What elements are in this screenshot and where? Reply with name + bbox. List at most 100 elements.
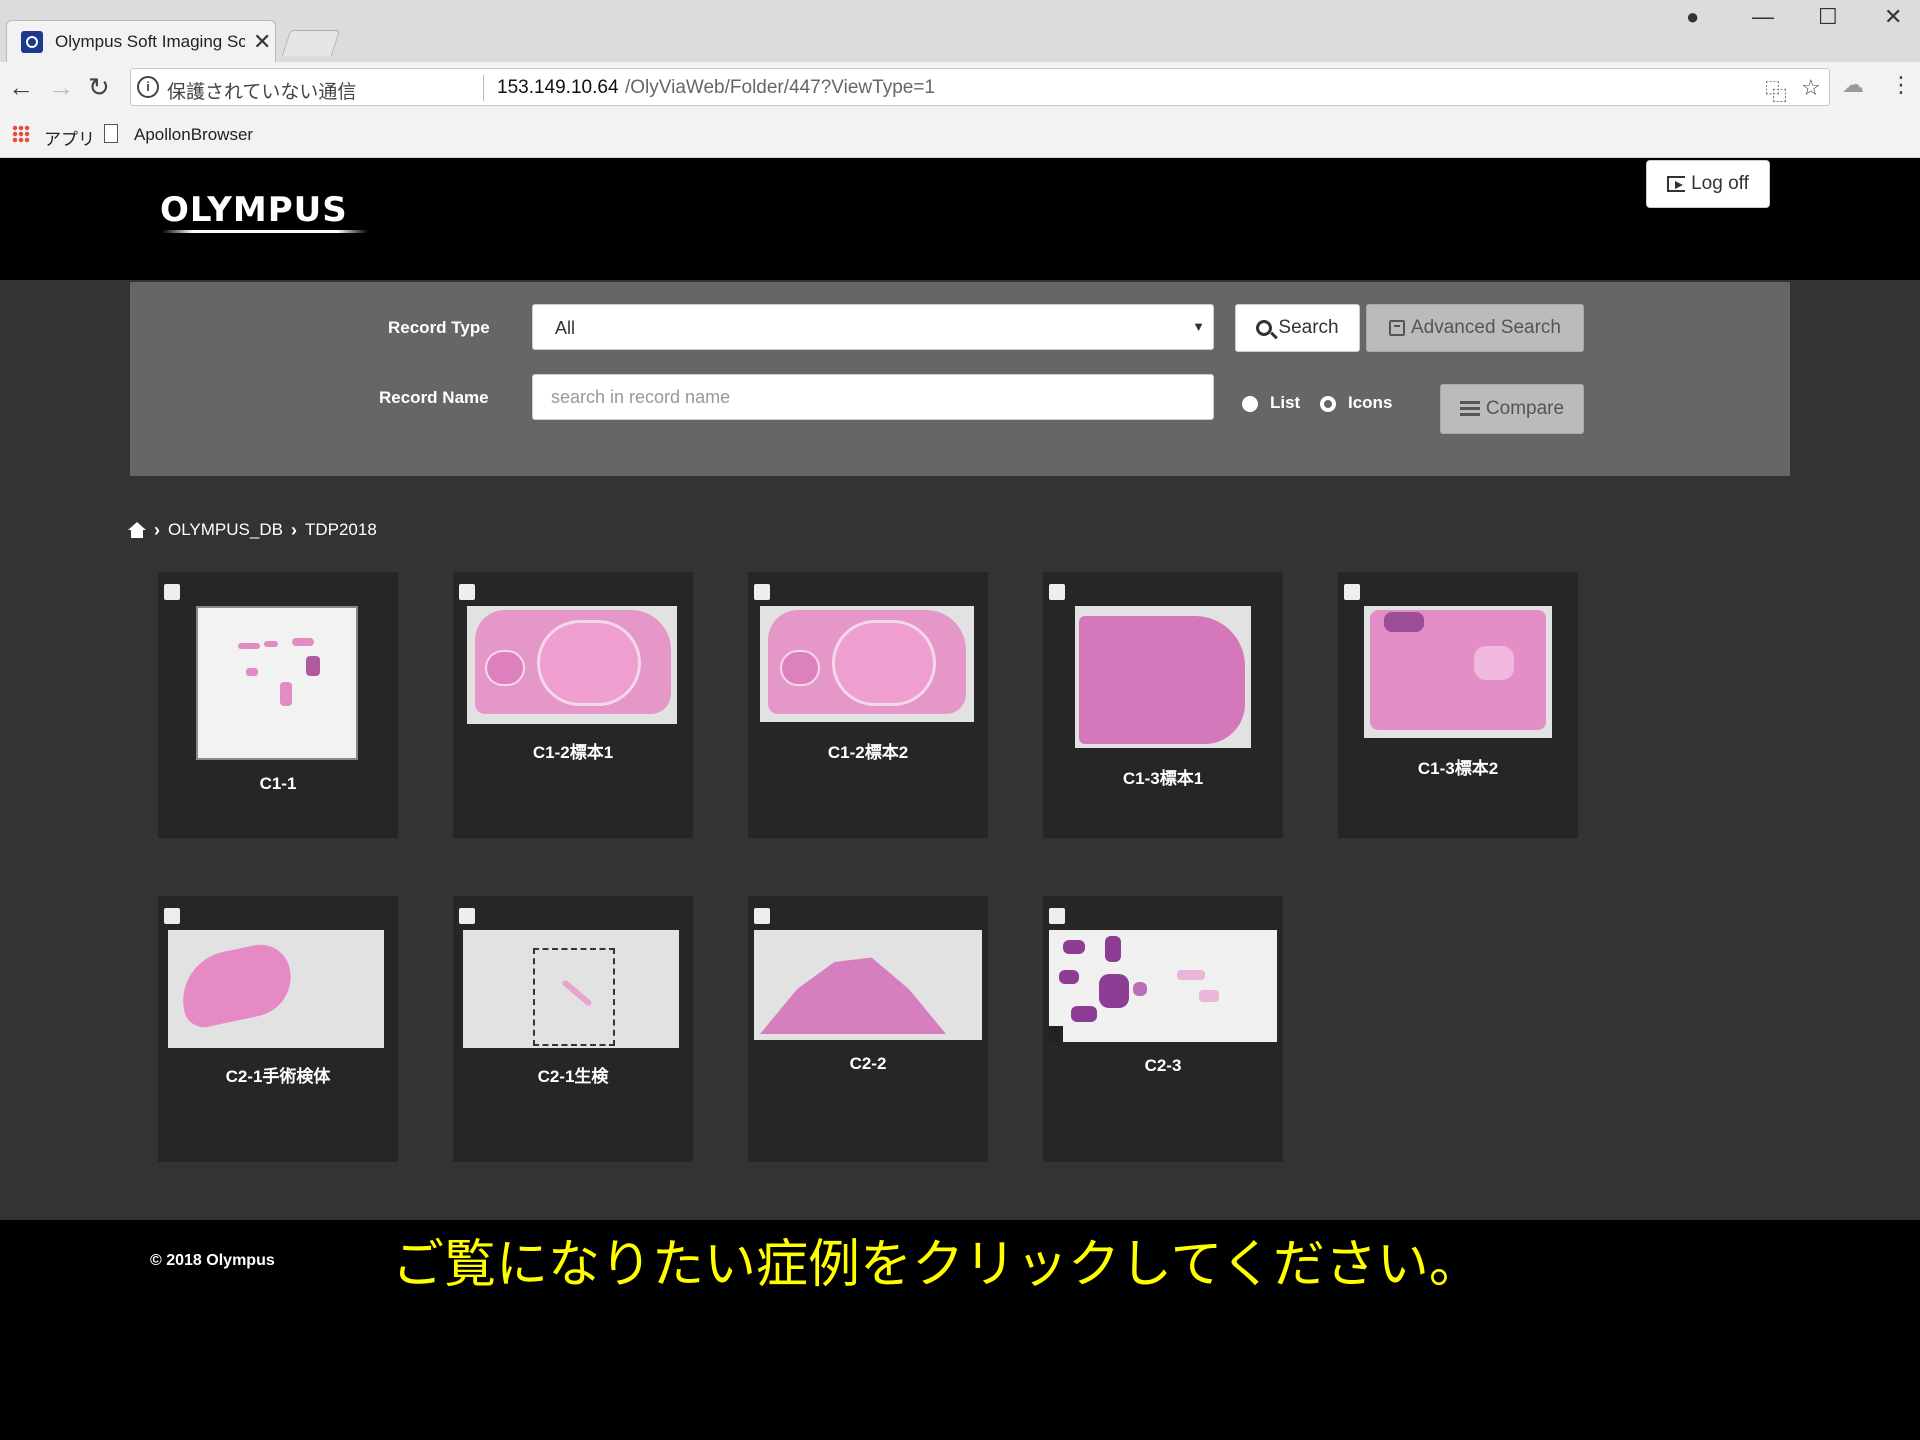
new-tab-button[interactable] (281, 30, 341, 56)
record-card[interactable]: C2-1手術検体 (158, 896, 398, 1162)
olympus-favicon-icon (21, 31, 43, 53)
record-name[interactable]: C1-2標本2 (748, 738, 988, 763)
back-icon[interactable]: ← (8, 72, 34, 103)
olympus-logo[interactable]: OLYMPUS (160, 190, 348, 230)
account-icon[interactable]: ● (1686, 4, 1699, 30)
chevron-right-icon: › (154, 519, 160, 540)
main-content: Record Type All ▼ Search Advanced Search… (0, 280, 1920, 1220)
record-checkbox[interactable] (164, 908, 180, 924)
record-checkbox[interactable] (459, 908, 475, 924)
tab-title: Olympus Soft Imaging Sc (55, 32, 245, 51)
search-button-label: Search (1278, 317, 1339, 338)
compare-list-icon (1459, 401, 1480, 417)
address-divider (483, 75, 484, 101)
search-panel: Record Type All ▼ Search Advanced Search… (130, 282, 1790, 476)
record-checkbox[interactable] (754, 908, 770, 924)
bookmark-apollonbrowser[interactable]: ApollonBrowser (134, 125, 253, 145)
record-checkbox[interactable] (164, 584, 180, 600)
record-card[interactable]: C1-1 (158, 572, 398, 838)
advanced-search-icon (1389, 320, 1405, 336)
menu-dots-icon[interactable]: ⋮ (1890, 72, 1912, 98)
search-button[interactable]: Search (1235, 304, 1360, 352)
slide-thumbnail[interactable] (463, 930, 679, 1048)
view-icons-label: Icons (1348, 393, 1393, 412)
logoff-icon (1667, 176, 1686, 192)
bookmark-star-icon[interactable]: ☆ (1801, 75, 1821, 101)
address-host: 153.149.10.64 (497, 77, 619, 98)
record-checkbox[interactable] (459, 584, 475, 600)
slide-thumbnail[interactable] (760, 606, 974, 722)
record-checkbox[interactable] (1049, 584, 1065, 600)
record-type-select[interactable]: All ▼ (532, 304, 1214, 350)
record-name[interactable]: C1-3標本2 (1338, 754, 1578, 779)
home-icon[interactable] (128, 522, 146, 538)
advanced-search-button[interactable]: Advanced Search (1366, 304, 1584, 352)
view-icons-radio[interactable] (1320, 396, 1336, 412)
slide-thumbnail[interactable] (1364, 606, 1552, 738)
maximize-icon[interactable]: ☐ (1818, 4, 1838, 30)
page-icon (104, 124, 118, 143)
record-name[interactable]: C1-2標本1 (453, 738, 693, 763)
record-name-label: Record Name (379, 388, 489, 407)
web-page: OLYMPUS Log off Record Type All ▼ Search (0, 158, 1920, 1440)
chevron-down-icon: ▼ (1192, 319, 1205, 334)
reload-icon[interactable]: ↻ (88, 72, 110, 103)
site-footer: © 2018 Olympus ご覧になりたい症例をクリックしてください。 (0, 1220, 1920, 1440)
address-bar[interactable]: i 保護されていない通信 153.149.10.64 /OlyViaWeb/Fo… (130, 68, 1830, 106)
compare-label: Compare (1485, 398, 1565, 419)
chevron-right-icon: › (290, 519, 297, 540)
logo-underline (162, 230, 368, 233)
record-type-value: All (555, 318, 576, 338)
insecure-label: 保護されていない通信 (167, 82, 357, 103)
record-name[interactable]: C1-3標本1 (1043, 764, 1283, 789)
record-card[interactable]: C1-3標本2 (1338, 572, 1578, 838)
compare-button[interactable]: Compare (1440, 384, 1584, 434)
record-card[interactable]: C2-2 (748, 896, 988, 1162)
record-card[interactable]: C1-3標本1 (1043, 572, 1283, 838)
record-name-input[interactable] (532, 374, 1214, 420)
bookmarks-bar: アプリ ApollonBrowser (0, 114, 1920, 158)
record-checkbox[interactable] (1344, 584, 1360, 600)
breadcrumb-db[interactable]: OLYMPUS_DB (168, 520, 283, 540)
slide-thumbnail[interactable] (1049, 930, 1277, 1042)
record-checkbox[interactable] (754, 584, 770, 600)
slide-thumbnail[interactable] (467, 606, 677, 724)
browser-tab[interactable]: Olympus Soft Imaging Sc ✕ (6, 20, 276, 62)
close-tab-icon[interactable]: ✕ (253, 29, 271, 55)
advanced-search-label: Advanced Search (1411, 317, 1561, 338)
apps-grid-icon[interactable] (12, 125, 30, 143)
record-name[interactable]: C2-2 (748, 1054, 988, 1074)
record-card[interactable]: C2-1生検 (453, 896, 693, 1162)
logoff-label: Log off (1691, 173, 1749, 194)
info-icon[interactable]: i (137, 76, 159, 98)
record-name[interactable]: C2-1生検 (453, 1062, 693, 1087)
slide-thumbnail[interactable] (754, 930, 982, 1040)
translate-icon[interactable]: ⿻ (1765, 75, 1787, 107)
view-list-radio[interactable] (1242, 396, 1258, 412)
search-icon (1256, 320, 1273, 336)
record-card[interactable]: C2-3 (1043, 896, 1283, 1162)
logoff-button[interactable]: Log off (1646, 160, 1770, 208)
view-list-label: List (1270, 393, 1301, 412)
record-type-label: Record Type (388, 318, 490, 337)
record-card[interactable]: C1-2標本2 (748, 572, 988, 838)
slide-thumbnail[interactable] (196, 606, 358, 760)
breadcrumb-folder[interactable]: TDP2018 (305, 520, 377, 540)
breadcrumb: › OLYMPUS_DB › TDP2018 (128, 518, 377, 542)
slide-thumbnail[interactable] (168, 930, 384, 1048)
browser-window: Olympus Soft Imaging Sc ✕ ● — ☐ ✕ ← → ↻ … (0, 0, 1920, 1440)
extension-cloud-icon[interactable]: ☁ (1842, 72, 1864, 98)
record-name[interactable]: C2-3 (1043, 1056, 1283, 1076)
instruction-caption: ご覧になりたい症例をクリックしてください。 (392, 1235, 1481, 1295)
address-path: /OlyViaWeb/Folder/447?ViewType=1 (625, 77, 935, 98)
forward-icon[interactable]: → (48, 72, 74, 103)
tab-strip: Olympus Soft Imaging Sc ✕ ● — ☐ ✕ (0, 0, 1920, 62)
slide-thumbnail[interactable] (1075, 606, 1251, 748)
record-name[interactable]: C1-1 (158, 774, 398, 794)
bookmark-apps[interactable]: アプリ (44, 125, 95, 150)
record-name[interactable]: C2-1手術検体 (158, 1062, 398, 1087)
close-window-icon[interactable]: ✕ (1884, 4, 1902, 30)
record-card[interactable]: C1-2標本1 (453, 572, 693, 838)
record-checkbox[interactable] (1049, 908, 1065, 924)
minimize-icon[interactable]: — (1752, 4, 1774, 30)
